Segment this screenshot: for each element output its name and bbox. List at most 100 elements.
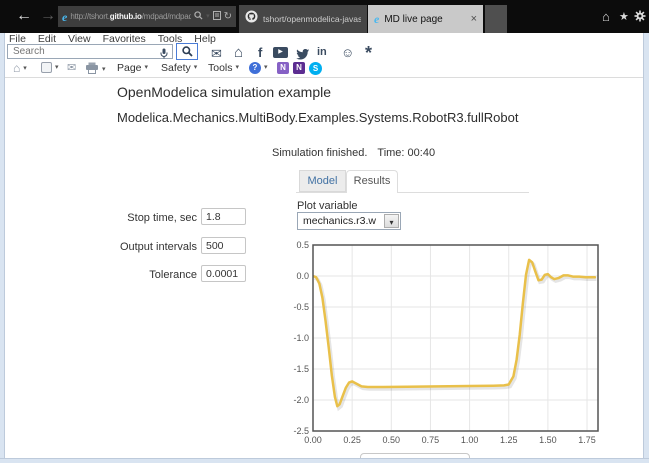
svg-text:-2.5: -2.5 [293,426,309,436]
stop-time-input[interactable] [201,208,246,225]
svg-text:0.0: 0.0 [296,271,309,281]
compatibility-view-icon[interactable] [213,11,221,23]
menu-view[interactable]: View [68,33,91,45]
new-tab-button[interactable] [485,5,507,33]
read-mail-icon: ✉ [67,62,76,75]
youtube-icon[interactable]: ▶ [273,47,288,58]
page-menu-label: Page [117,62,142,74]
tab-label: tshort/openmodelica-javas... [263,14,361,24]
facebook-icon[interactable]: f [258,45,262,60]
svg-text:1.25: 1.25 [500,435,518,445]
search-toolbar: ✉ ⌂ f ▶ in ☺ * [5,44,644,60]
results-plot[interactable]: 0.000.250.500.751.001.251.501.750.50.0-0… [288,238,610,452]
address-dropdown-icon[interactable]: ▾ [206,13,210,21]
tolerance-input[interactable] [201,265,246,282]
svg-text:-1.0: -1.0 [293,333,309,343]
skype-icon: S [309,62,322,75]
menu-file[interactable]: File [9,33,26,45]
onenote-linked-notes-button[interactable]: N [293,62,305,74]
tab-model[interactable]: Model [299,170,346,192]
output-intervals-input[interactable] [201,237,246,254]
address-bar[interactable]: e http://tshort.github.io/mdpad/mdpad.ht… [58,6,236,27]
tab-md-live-page[interactable]: e MD live page × [368,5,483,33]
help-button[interactable]: ? ▾ [249,62,268,74]
printer-icon [85,62,99,77]
stop-time-label: Stop time, sec [100,212,197,224]
forward-button[interactable]: → [40,6,56,26]
linkedin-icon[interactable]: in [317,46,327,58]
ie-tab-icon: e [374,13,379,25]
refresh-icon[interactable]: ↻ [224,12,232,22]
favorites-star-icon[interactable]: ★ [619,10,629,25]
svg-text:-1.5: -1.5 [293,364,309,374]
onenote-send-icon: N [277,62,289,74]
feeds-button[interactable]: ▾ [41,62,59,73]
chevron-down-icon: ▾ [194,64,198,72]
svg-text:-2.0: -2.0 [293,395,309,405]
reddit-icon[interactable]: ☺ [341,45,354,60]
menu-edit[interactable]: Edit [38,33,56,45]
svg-text:-0.5: -0.5 [293,302,309,312]
chevron-down-icon: ▾ [236,64,240,72]
svg-text:1.75: 1.75 [578,435,596,445]
search-input[interactable] [7,44,173,59]
skype-button[interactable]: S [309,62,322,75]
chevron-down-icon: ▾ [102,66,106,74]
window-frame-left [0,33,5,463]
url-text: http://tshort.github.io/mdpad/mdpad.html… [70,12,191,21]
print-button[interactable]: ▾ [85,62,106,77]
svg-text:1.00: 1.00 [461,435,479,445]
tab-label: MD live page [384,14,465,25]
plot-variable-label: Plot variable [297,200,358,212]
ie-page-icon: e [62,11,67,23]
browser-titlebar: ← → e http://tshort.github.io/mdpad/mdpa… [0,0,649,33]
search-button[interactable] [176,43,198,60]
model-name: Modelica.Mechanics.MultiBody.Examples.Sy… [117,110,518,125]
svg-text:0.50: 0.50 [383,435,401,445]
help-icon: ? [249,62,261,74]
onenote-icon: N [293,62,305,74]
search-icon[interactable] [194,11,203,23]
tools-menu-label: Tools [208,62,233,74]
menu-bar: File Edit View Favorites Tools Help [5,33,648,44]
selected-variable: mechanics.r3.w [298,215,383,227]
svg-text:0.75: 0.75 [422,435,440,445]
simulation-status: Simulation finished. Time: 00:40 [272,147,435,159]
tab-github-repo[interactable]: tshort/openmodelica-javas... [239,5,367,33]
safety-menu-button[interactable]: Safety ▾ [161,62,197,74]
chevron-down-icon: ▾ [264,64,268,72]
tab-divider [296,192,529,193]
github-icon [245,10,258,28]
home-icon[interactable]: ⌂ [602,9,610,24]
tools-menu-button[interactable]: Tools ▾ [208,62,239,74]
safety-menu-label: Safety [161,62,191,74]
tab-close-icon[interactable]: × [471,14,477,25]
status-text: Simulation finished. [272,147,367,159]
menu-favorites[interactable]: Favorites [103,33,146,45]
home-icon: ⌂ [13,62,20,75]
read-mail-button[interactable]: ✉ [67,62,76,75]
page-menu-button[interactable]: Page ▾ [117,62,148,74]
output-intervals-label: Output intervals [100,241,197,253]
svg-text:0.25: 0.25 [343,435,361,445]
settings-gear-icon[interactable] [634,10,646,25]
select-dropdown-button[interactable]: ▾ [384,214,399,228]
svg-text:0.5: 0.5 [296,240,309,250]
feeds-icon [41,62,52,73]
plot-variable-select[interactable]: mechanics.r3.w ▾ [297,212,401,230]
home-command-button[interactable]: ⌂ ▾ [13,62,27,75]
status-time: Time: 00:40 [377,147,435,159]
results-plot-container: 0.000.250.500.751.001.251.501.750.50.0-0… [288,238,610,452]
svg-text:1.50: 1.50 [539,435,557,445]
back-button[interactable]: ← [16,6,32,26]
chevron-down-icon: ▾ [23,65,27,73]
onenote-send-button[interactable]: N [277,62,289,74]
command-bar: ⌂ ▾ ▾ ✉ ▾ Page ▾ Safety ▾ Tools ▾ [5,60,644,78]
window-frame-bottom [0,458,649,463]
home-social-icon[interactable]: ⌂ [234,44,243,61]
chevron-down-icon: ▾ [389,218,393,227]
window-frame-right [643,33,649,463]
chevron-down-icon: ▾ [55,64,59,72]
tab-results[interactable]: Results [346,170,398,193]
chevron-down-icon: ▾ [145,64,149,72]
